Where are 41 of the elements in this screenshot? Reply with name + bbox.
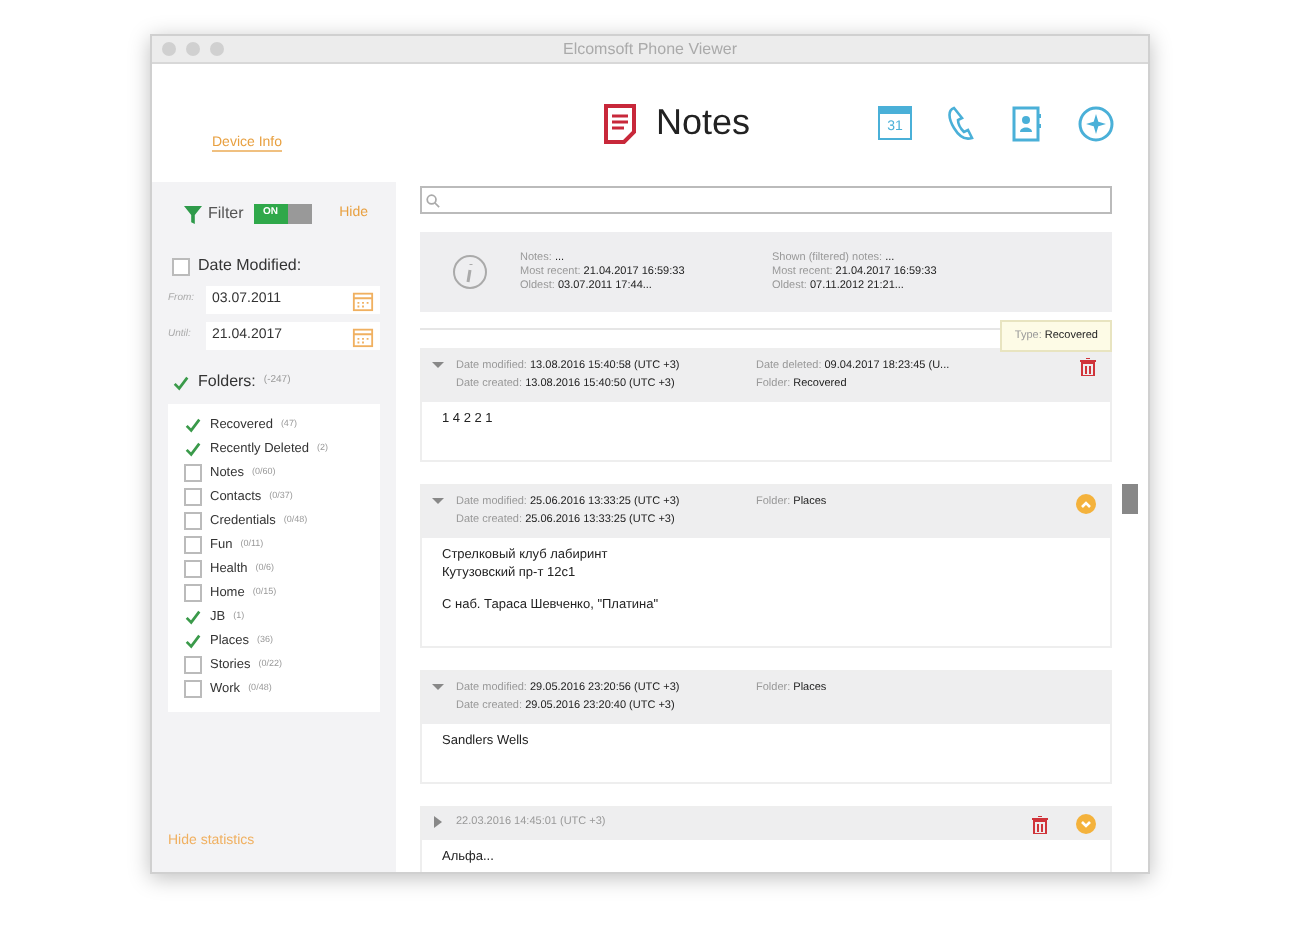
checkbox[interactable] bbox=[184, 464, 202, 483]
checkbox[interactable] bbox=[172, 257, 190, 275]
compass-icon[interactable] bbox=[1078, 105, 1114, 141]
trash-icon[interactable] bbox=[1080, 358, 1096, 376]
search-field[interactable] bbox=[420, 186, 1112, 214]
minimize-button[interactable] bbox=[186, 42, 200, 56]
phone-icon[interactable] bbox=[948, 105, 976, 141]
trash-icon[interactable] bbox=[1032, 815, 1048, 833]
checkmark-icon[interactable] bbox=[172, 373, 190, 391]
checkbox[interactable] bbox=[184, 488, 202, 507]
collapse-icon[interactable] bbox=[1076, 494, 1096, 514]
caret-down-icon[interactable] bbox=[432, 496, 444, 508]
checkbox[interactable] bbox=[184, 536, 202, 555]
scrollbar-thumb[interactable] bbox=[1122, 484, 1138, 514]
caret-right-icon[interactable] bbox=[432, 816, 444, 828]
calendar-icon[interactable] bbox=[352, 289, 374, 311]
checkbox[interactable] bbox=[184, 560, 202, 579]
close-button[interactable] bbox=[162, 42, 176, 56]
folders-label: Folders: bbox=[198, 370, 256, 394]
caret-down-icon[interactable] bbox=[432, 360, 444, 372]
calendar-icon[interactable] bbox=[352, 325, 374, 347]
checkbox[interactable] bbox=[184, 584, 202, 603]
window-title: Elcomsoft Phone Viewer bbox=[563, 37, 737, 61]
checkmark-icon[interactable] bbox=[184, 632, 202, 651]
filter-label: Filter bbox=[208, 202, 244, 226]
notes-icon bbox=[603, 103, 636, 143]
date-modified-label: Date Modified: bbox=[198, 254, 302, 278]
search-icon bbox=[426, 193, 440, 207]
checkbox[interactable] bbox=[184, 512, 202, 531]
checkmark-icon[interactable] bbox=[184, 416, 202, 435]
info-icon bbox=[452, 254, 488, 290]
expand-icon[interactable] bbox=[1076, 814, 1096, 834]
caret-down-icon[interactable] bbox=[432, 682, 444, 694]
contacts-icon[interactable] bbox=[1012, 105, 1042, 141]
checkmark-icon[interactable] bbox=[184, 440, 202, 459]
checkmark-icon[interactable] bbox=[184, 608, 202, 627]
zoom-button[interactable] bbox=[210, 42, 224, 56]
filter-icon bbox=[184, 205, 202, 223]
checkbox[interactable] bbox=[184, 656, 202, 675]
checkbox[interactable] bbox=[184, 680, 202, 699]
page-title: Notes bbox=[655, 100, 751, 146]
